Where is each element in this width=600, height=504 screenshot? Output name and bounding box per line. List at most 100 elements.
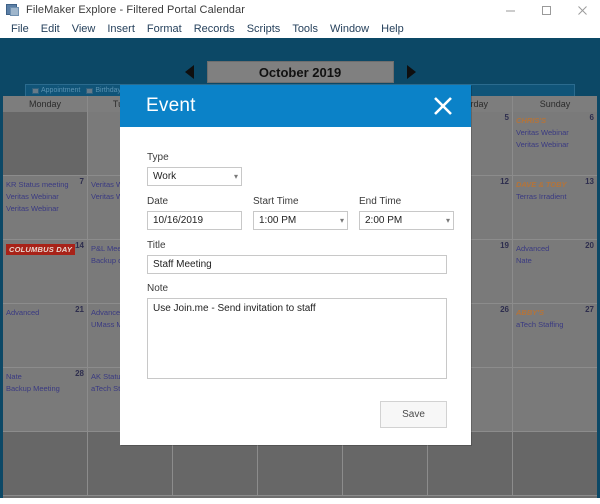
calendar-event[interactable]: Advanced	[516, 243, 594, 254]
close-x-icon[interactable]	[431, 94, 455, 118]
day-number: 5	[504, 113, 509, 122]
day-number: 26	[500, 305, 509, 314]
window-title: FileMaker Explore - Filtered Portal Cale…	[26, 4, 245, 16]
date-value: 10/16/2019	[153, 215, 204, 226]
maximize-icon[interactable]	[528, 0, 564, 20]
calendar-event[interactable]: ABBY'S	[516, 307, 594, 318]
day-number: 6	[589, 113, 594, 122]
calendar-day-cell[interactable]: 20 Advanced Nate	[513, 240, 597, 304]
end-time-select[interactable]: 2:00 PM ▾	[359, 211, 454, 230]
calendar-day-cell[interactable]	[3, 112, 88, 176]
type-field-group: Type Work ▾	[147, 152, 242, 186]
calendar-day-cell[interactable]	[3, 432, 88, 496]
calendar-event[interactable]: COLUMBUS DAY	[6, 244, 76, 255]
menu-item-records[interactable]: Records	[188, 23, 241, 35]
menu-item-format[interactable]: Format	[141, 23, 188, 35]
checkbox-icon[interactable]	[32, 87, 39, 94]
calendar-event[interactable]: CHRIS'S	[516, 115, 594, 126]
day-number: 14	[75, 241, 84, 250]
legend-label: Appointment	[41, 87, 81, 94]
save-button[interactable]: Save	[380, 401, 447, 428]
calendar-day-cell[interactable]: 28 Nate Backup Meeting	[3, 368, 88, 432]
application-window: FileMaker Explore - Filtered Portal Cale…	[0, 0, 600, 504]
note-textarea[interactable]: Use Join.me - Send invitation to staff	[147, 298, 447, 379]
date-label: Date	[147, 196, 169, 207]
day-header-sunday: Sunday	[539, 99, 571, 109]
start-time-value: 1:00 PM	[259, 215, 297, 226]
chevron-down-icon: ▾	[445, 215, 450, 225]
start-time-select[interactable]: 1:00 PM ▾	[253, 211, 348, 230]
note-value: Use Join.me - Send invitation to staff	[153, 303, 316, 314]
title-value: Staff Meeting	[153, 259, 212, 270]
calendar-event[interactable]: DAVE & TOBY	[516, 179, 594, 190]
calendar-event[interactable]: aTech Staffing	[516, 319, 594, 330]
menu-item-tools[interactable]: Tools	[286, 23, 324, 35]
filemaker-icon	[6, 3, 20, 17]
menu-item-scripts[interactable]: Scripts	[241, 23, 287, 35]
day-number: 28	[75, 369, 84, 378]
start-time-field-group: Start Time 1:00 PM ▾	[253, 196, 348, 230]
calendar-event[interactable]: Advanced	[6, 307, 84, 318]
type-select[interactable]: Work ▾	[147, 167, 242, 186]
close-icon[interactable]	[564, 0, 600, 20]
calendar-day-cell[interactable]: 27 ABBY'S aTech Staffing	[513, 304, 597, 368]
event-modal: Event Type Work ▾ Date 10/16/2019 Start …	[120, 85, 471, 445]
modal-body: Type Work ▾ Date 10/16/2019 Start Time 1…	[120, 127, 471, 445]
end-time-value: 2:00 PM	[365, 215, 403, 226]
day-header-monday: Monday	[3, 96, 88, 112]
calendar-day-cell[interactable]: 6 CHRIS'S Veritas Webinar Veritas Webinar	[513, 112, 597, 176]
legend-item-birthday[interactable]: Birthday	[86, 87, 121, 94]
menu-item-help[interactable]: Help	[375, 23, 410, 35]
modal-header: Event	[120, 85, 471, 127]
title-bar: FileMaker Explore - Filtered Portal Cale…	[0, 0, 600, 20]
chevron-down-icon: ▾	[339, 215, 344, 225]
day-number: 7	[79, 177, 84, 186]
right-triangle-icon[interactable]	[404, 63, 418, 81]
calendar-event[interactable]: KR Status meeting	[6, 179, 84, 190]
month-label[interactable]: October 2019	[206, 61, 394, 83]
type-value: Work	[153, 171, 177, 182]
day-number: 13	[585, 177, 594, 186]
calendar-day-cell[interactable]: 21 Advanced	[3, 304, 88, 368]
calendar-event[interactable]: Veritas Webinar	[516, 127, 594, 138]
date-input[interactable]: 10/16/2019	[147, 211, 242, 230]
checkbox-icon[interactable]	[86, 87, 94, 94]
menu-item-window[interactable]: Window	[324, 23, 375, 35]
title-label: Title	[147, 240, 166, 251]
modal-title: Event	[146, 95, 196, 116]
calendar-day-cell[interactable]: 14 COLUMBUS DAY	[3, 240, 88, 304]
menu-item-file[interactable]: File	[5, 23, 35, 35]
legend-item-appointment[interactable]: Appointment	[32, 87, 80, 94]
title-field-group: Title Staff Meeting	[147, 240, 447, 274]
end-time-field-group: End Time 2:00 PM ▾	[359, 196, 454, 230]
title-input[interactable]: Staff Meeting	[147, 255, 447, 274]
calendar-event[interactable]: Nate	[516, 255, 594, 266]
minimize-icon[interactable]	[492, 0, 528, 20]
calendar-day-cell[interactable]	[513, 368, 597, 432]
day-number: 12	[500, 177, 509, 186]
calendar-day-cell[interactable]	[513, 432, 597, 496]
menu-item-insert[interactable]: Insert	[101, 23, 141, 35]
calendar-day-cell[interactable]: 13 DAVE & TOBY Terras Irradient	[513, 176, 597, 240]
left-triangle-icon[interactable]	[183, 63, 197, 81]
menu-bar: File Edit View Insert Format Records Scr…	[0, 20, 600, 38]
chevron-down-icon: ▾	[233, 171, 238, 181]
calendar-event[interactable]: Veritas Webinar	[516, 139, 594, 150]
end-time-label: End Time	[359, 196, 402, 207]
window-bottom-edge	[0, 498, 600, 504]
calendar-event[interactable]: Backup Meeting	[6, 383, 84, 394]
note-field-group: Note Use Join.me - Send invitation to st…	[147, 283, 447, 379]
menu-item-view[interactable]: View	[66, 23, 102, 35]
note-label: Note	[147, 283, 169, 294]
calendar-event[interactable]: Veritas Webinar	[6, 203, 84, 214]
day-number: 20	[585, 241, 594, 250]
day-number: 27	[585, 305, 594, 314]
calendar-event[interactable]: Nate	[6, 371, 84, 382]
calendar-event[interactable]: Terras Irradient	[516, 191, 594, 202]
window-controls	[492, 0, 600, 20]
legend-label: Birthday	[95, 87, 121, 94]
calendar-event[interactable]: Veritas Webinar	[6, 191, 84, 202]
menu-item-edit[interactable]: Edit	[35, 23, 66, 35]
day-number: 19	[500, 241, 509, 250]
calendar-day-cell[interactable]: 7 KR Status meeting Veritas Webinar Veritas…	[3, 176, 88, 240]
